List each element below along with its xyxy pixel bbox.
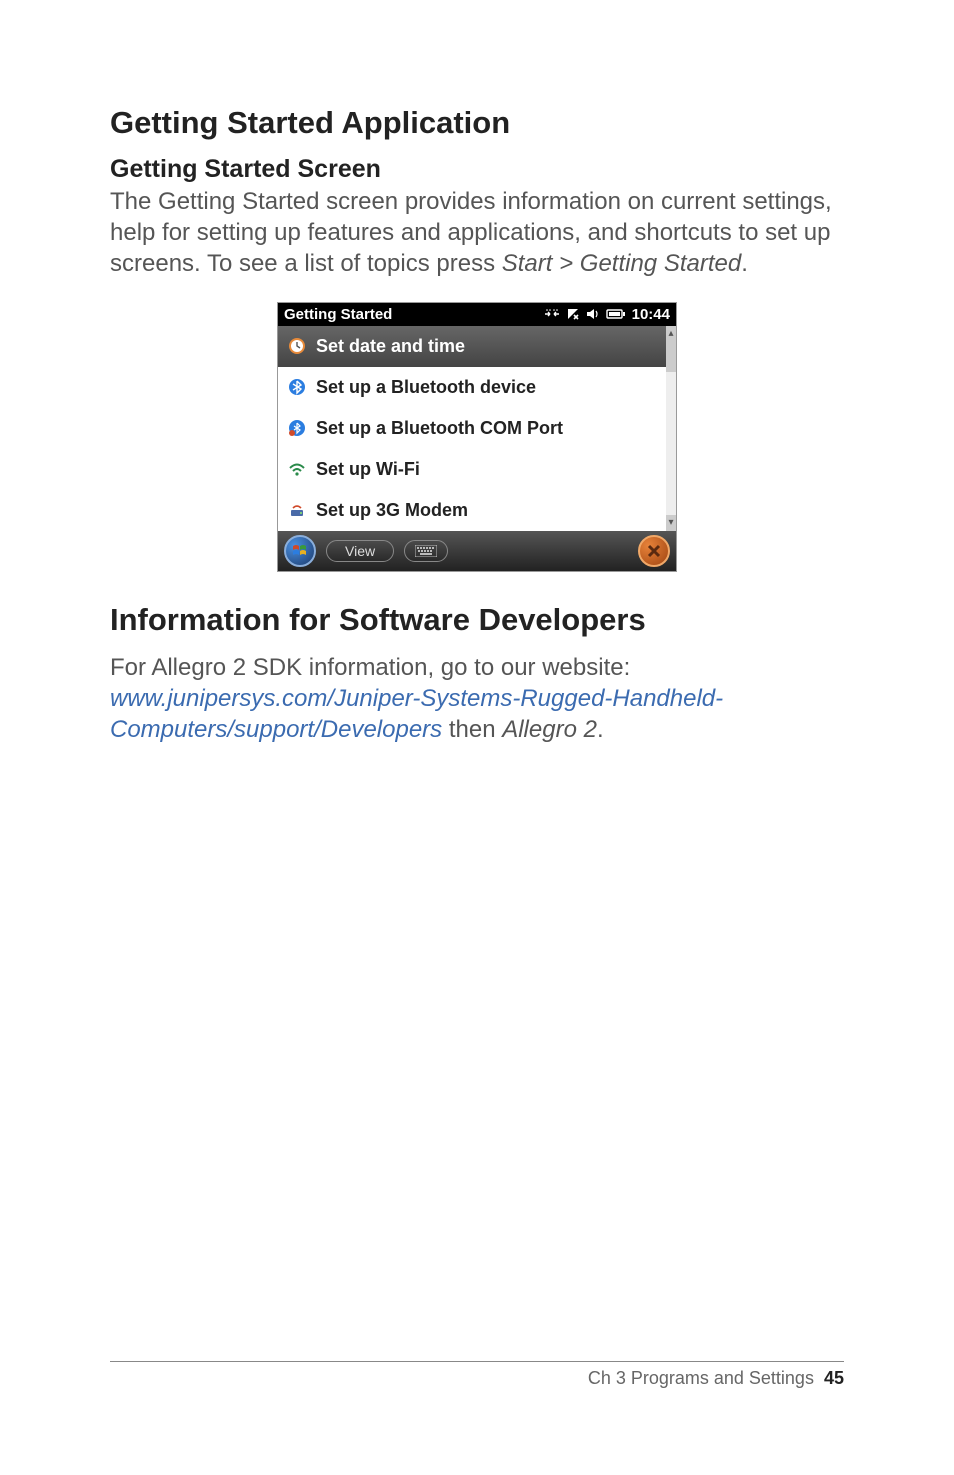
scroll-up-icon[interactable]: ▴ (666, 326, 676, 342)
footer-rule (110, 1361, 844, 1362)
scrollbar[interactable]: ▴ ▾ (666, 326, 676, 531)
battery-icon (606, 308, 626, 320)
list-item-label: Set up 3G Modem (316, 500, 468, 521)
bluetooth-icon (288, 378, 306, 396)
list-item-label: Set up a Bluetooth COM Port (316, 418, 563, 439)
subheading-getting-started-screen: Getting Started Screen (110, 155, 844, 184)
close-button[interactable] (638, 535, 670, 567)
paragraph-developers: For Allegro 2 SDK information, go to our… (110, 652, 844, 746)
titlebar-title: Getting Started (284, 306, 392, 323)
heading-info-developers: Information for Software Developers (110, 602, 844, 638)
list-item-bluetooth-device[interactable]: Set up a Bluetooth device (278, 367, 666, 408)
scrollbar-thumb[interactable] (666, 342, 676, 372)
footer-chapter: Ch 3 Programs and Settings (588, 1368, 814, 1388)
list-item-wifi[interactable]: Set up Wi-Fi (278, 449, 666, 490)
titlebar-status-area: 10:44 (544, 306, 670, 323)
footer-page-number: 45 (824, 1368, 844, 1388)
list-item-label: Set date and time (316, 336, 465, 357)
wifi-icon (288, 460, 306, 478)
close-icon (646, 543, 662, 559)
screenshot-getting-started: Getting Started (277, 302, 677, 572)
screenshot-titlebar: Getting Started (278, 303, 676, 326)
signal-none-icon (566, 307, 580, 321)
paragraph-getting-started: The Getting Started screen provides info… (110, 186, 844, 280)
scroll-down-icon[interactable]: ▾ (666, 515, 676, 531)
list-item-label: Set up a Bluetooth device (316, 377, 536, 398)
screenshot-bottombar: View (278, 531, 676, 571)
modem-icon (288, 501, 306, 519)
connection-icon (544, 308, 560, 320)
list-item-3g-modem[interactable]: Set up 3G Modem (278, 490, 666, 531)
keyboard-icon (415, 545, 437, 557)
heading-getting-started-application: Getting Started Application (110, 105, 844, 141)
page-footer: Ch 3 Programs and Settings 45 (110, 1361, 844, 1389)
list-item-bluetooth-com-port[interactable]: Set up a Bluetooth COM Port (278, 408, 666, 449)
bluetooth-com-icon (288, 419, 306, 437)
scrollbar-track[interactable] (666, 342, 676, 515)
list-item-label: Set up Wi-Fi (316, 459, 420, 480)
start-button[interactable] (284, 535, 316, 567)
developers-link[interactable]: www.junipersys.com/Juniper-Systems-Rugge… (110, 685, 723, 743)
clock-icon (288, 337, 306, 355)
view-button[interactable]: View (326, 540, 394, 562)
volume-icon (586, 307, 600, 321)
keyboard-button[interactable] (404, 540, 448, 562)
windows-flag-icon (291, 542, 309, 560)
screenshot-container: Getting Started (110, 302, 844, 572)
titlebar-time: 10:44 (632, 306, 670, 323)
list-item-set-date-time[interactable]: Set date and time (278, 326, 666, 367)
